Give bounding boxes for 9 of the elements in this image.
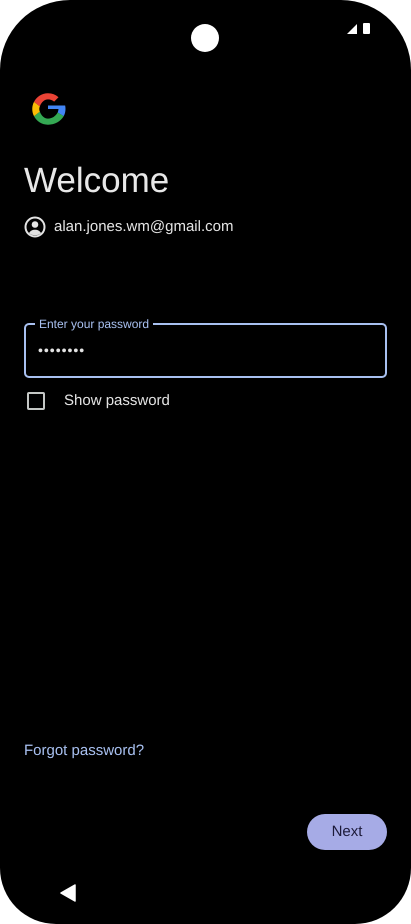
next-button[interactable]: Next <box>307 814 387 850</box>
account-icon <box>24 216 46 238</box>
forgot-password-link[interactable]: Forgot password? <box>24 740 387 762</box>
account-email: alan.jones.wm@gmail.com <box>54 217 234 237</box>
show-password-label: Show password <box>64 390 170 410</box>
back-icon[interactable] <box>60 884 76 902</box>
welcome-heading: Welcome <box>24 160 170 202</box>
camera-cutout <box>191 24 219 52</box>
show-password-checkbox[interactable] <box>27 392 45 410</box>
